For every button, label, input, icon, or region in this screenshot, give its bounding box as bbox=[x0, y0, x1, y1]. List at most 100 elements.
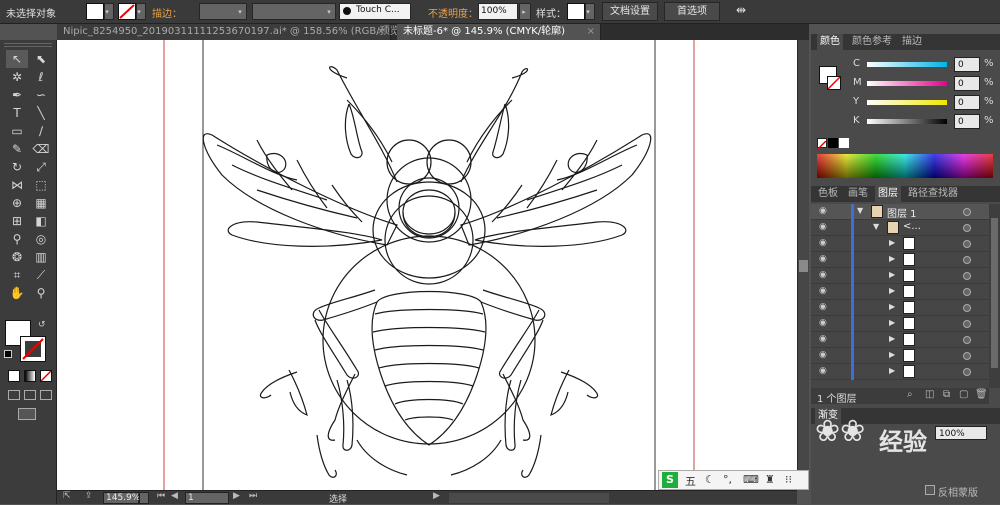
rotate-tool-icon[interactable]: ↻ bbox=[6, 158, 28, 176]
close-icon[interactable]: × bbox=[587, 24, 595, 40]
moon-icon[interactable]: ☾ bbox=[705, 473, 715, 486]
skin-icon[interactable]: ♜ bbox=[765, 473, 775, 486]
zoom-dropdown[interactable] bbox=[139, 492, 149, 504]
locate-object-icon[interactable]: ⌕ bbox=[907, 389, 913, 400]
ime-mode-label[interactable]: 五 bbox=[685, 473, 696, 489]
magic-wand-icon[interactable]: ✲ bbox=[6, 68, 28, 86]
magenta-slider-row[interactable]: M 0 % bbox=[811, 75, 1000, 93]
blend-tool-icon[interactable]: ◎ bbox=[30, 230, 52, 248]
eye-icon[interactable]: ◉ bbox=[819, 319, 831, 328]
tab-pathfinder[interactable]: 路径查找器 bbox=[905, 186, 961, 202]
black-value-field[interactable]: 0 bbox=[954, 114, 980, 129]
tab-swatches[interactable]: 色板 bbox=[815, 186, 841, 202]
perspective-grid-icon[interactable]: ▦ bbox=[30, 194, 52, 212]
eye-icon[interactable]: ◉ bbox=[819, 255, 831, 264]
gradient-tool-icon[interactable]: ◧ bbox=[30, 212, 52, 230]
screen-mode-icon[interactable] bbox=[18, 408, 36, 420]
opacity-label[interactable]: 不透明度： bbox=[428, 5, 478, 20]
horizontal-scroll-track[interactable] bbox=[449, 493, 609, 503]
stroke-dropdown[interactable]: ▾ bbox=[136, 3, 146, 20]
expand-icon[interactable]: ▶ bbox=[889, 302, 895, 311]
expand-icon[interactable]: ▶ bbox=[889, 366, 895, 375]
target-icon[interactable] bbox=[963, 368, 971, 376]
mesh-tool-icon[interactable]: ⊞ bbox=[6, 212, 28, 230]
sublayer-row[interactable]: ◉ ▶ bbox=[811, 316, 989, 332]
sublayer-row[interactable]: ◉ ▶ bbox=[811, 364, 989, 380]
preferences-button[interactable]: 首选项 bbox=[664, 2, 720, 21]
keyboard-icon[interactable]: ⌨ bbox=[743, 473, 759, 486]
ime-logo-icon[interactable]: S bbox=[662, 472, 678, 488]
free-transform-icon[interactable]: ⬚ bbox=[30, 176, 52, 194]
stroke-label[interactable]: 描边： bbox=[152, 5, 182, 20]
cyan-slider[interactable] bbox=[867, 62, 947, 67]
close-icon[interactable]: × bbox=[377, 24, 385, 40]
target-icon[interactable] bbox=[963, 224, 971, 232]
eye-icon[interactable]: ◉ bbox=[819, 367, 831, 376]
stroke-weight-field[interactable]: ▾ bbox=[199, 3, 247, 20]
selection-tool-icon[interactable]: ↖ bbox=[6, 50, 28, 68]
expand-icon[interactable]: ▶ bbox=[889, 238, 895, 247]
layer-name[interactable]: 图层 1 bbox=[887, 205, 917, 220]
target-icon[interactable] bbox=[963, 256, 971, 264]
eye-icon[interactable]: ◉ bbox=[819, 351, 831, 360]
brush-dropdown[interactable]: Touch C... bbox=[339, 3, 411, 20]
zoom-field[interactable]: 145.9% bbox=[103, 492, 140, 504]
next-artboard-icon[interactable]: ▶ bbox=[233, 491, 240, 501]
curvature-tool-icon[interactable]: ∽ bbox=[30, 86, 52, 104]
group-name[interactable]: <... bbox=[903, 221, 921, 232]
eye-icon[interactable]: ◉ bbox=[819, 239, 831, 248]
magenta-value-field[interactable]: 0 bbox=[954, 76, 980, 91]
tab-color[interactable]: 颜色 bbox=[817, 34, 843, 50]
variable-width-dropdown[interactable]: ▾ bbox=[252, 3, 336, 20]
make-clip-mask-icon[interactable]: ◫ bbox=[925, 389, 934, 400]
delete-layer-icon[interactable]: 🗑 bbox=[975, 389, 988, 400]
scale-tool-icon[interactable]: ⤢ bbox=[30, 158, 52, 176]
artboard-tool-icon[interactable]: ⌗ bbox=[6, 266, 28, 284]
canvas-area[interactable] bbox=[57, 40, 797, 490]
black-swatch[interactable] bbox=[828, 138, 838, 148]
magenta-slider[interactable] bbox=[867, 81, 947, 86]
eye-icon[interactable]: ◉ bbox=[819, 271, 831, 280]
layers-list[interactable]: ◉ ▼ 图层 1 ◉ ▼ <... ◉ ▶ ◉ ▶ ◉ ▶ ◉ ▶ ◉ ▶ ◉ ▶ ◉ ▶ ◉ ▶ ◉ ▶ bbox=[811, 204, 989, 388]
color-spectrum[interactable] bbox=[817, 154, 993, 178]
eyedropper-icon[interactable]: ⚲ bbox=[6, 230, 28, 248]
width-tool-icon[interactable]: ⋈ bbox=[6, 176, 28, 194]
stroke-color-box[interactable] bbox=[20, 336, 46, 362]
none-swatch[interactable] bbox=[817, 138, 827, 150]
black-slider-row[interactable]: K 0 % bbox=[811, 113, 1000, 131]
opacity-stepper[interactable]: ▸ bbox=[519, 3, 531, 20]
layers-scroll-thumb[interactable] bbox=[991, 218, 998, 368]
target-icon[interactable] bbox=[963, 320, 971, 328]
expand-icon[interactable]: ▼ bbox=[873, 222, 879, 231]
share-icon[interactable]: ⇪ bbox=[85, 491, 93, 501]
tab-stroke[interactable]: 描边 bbox=[899, 34, 925, 50]
swap-icon[interactable]: ↺ bbox=[38, 320, 46, 330]
expand-icon[interactable]: ▶ bbox=[889, 318, 895, 327]
eye-icon[interactable]: ◉ bbox=[819, 207, 831, 216]
scroll-thumb[interactable] bbox=[799, 260, 808, 272]
arrange-icon[interactable]: ⇹ bbox=[736, 3, 746, 17]
new-sublayer-icon[interactable]: ⧉ bbox=[943, 389, 950, 400]
tab-color-guide[interactable]: 颜色参考 bbox=[849, 34, 895, 50]
opacity-field[interactable]: 100% bbox=[478, 3, 518, 20]
pencil-tool-icon[interactable]: ✎ bbox=[6, 140, 28, 158]
black-slider[interactable] bbox=[867, 119, 947, 124]
rectangle-tool-icon[interactable]: ▭ bbox=[6, 122, 28, 140]
zoom-tool-icon[interactable]: ⚲ bbox=[30, 284, 52, 302]
target-icon[interactable] bbox=[963, 272, 971, 280]
draw-behind-icon[interactable] bbox=[24, 390, 36, 400]
expand-icon[interactable]: ▶ bbox=[889, 254, 895, 263]
target-icon[interactable] bbox=[963, 240, 971, 248]
opacity-value-field[interactable]: 100% bbox=[935, 426, 987, 440]
yellow-slider[interactable] bbox=[867, 100, 947, 105]
target-icon[interactable] bbox=[963, 208, 971, 216]
target-icon[interactable] bbox=[963, 352, 971, 360]
artboard-number-field[interactable]: 1 bbox=[185, 492, 229, 504]
yellow-slider-row[interactable]: Y 0 % bbox=[811, 94, 1000, 112]
default-colors-icon[interactable] bbox=[4, 350, 12, 358]
target-icon[interactable] bbox=[963, 288, 971, 296]
type-tool-icon[interactable]: T bbox=[6, 104, 28, 122]
draw-normal-icon[interactable] bbox=[8, 390, 20, 400]
sublayer-row[interactable]: ◉ ▶ bbox=[811, 268, 989, 284]
gradient-mode-icon[interactable] bbox=[24, 370, 36, 382]
